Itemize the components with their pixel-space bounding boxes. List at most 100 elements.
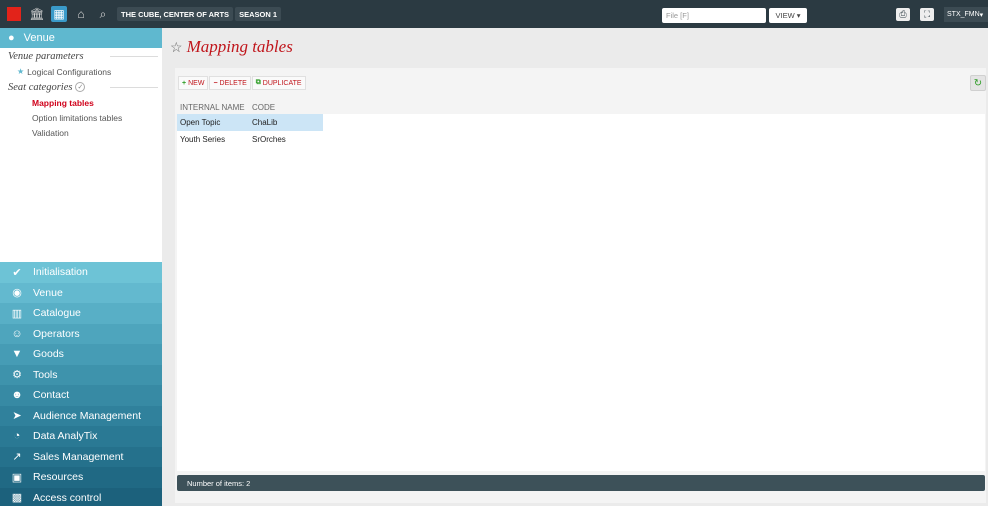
section-title: Seat categories [8,81,73,93]
section-venue-parameters: Venue parameters [0,48,162,64]
module-initialisation[interactable]: ✔ Initialisation [0,262,162,283]
module-sales-management[interactable]: ↗ Sales Management [0,446,162,467]
module-catalogue[interactable]: ▥ Catalogue [0,303,162,324]
module-label: Goods [33,348,64,361]
module-goods[interactable]: ▼ Goods [0,344,162,365]
minus-icon: − [213,79,218,87]
module-label: Tools [33,368,58,381]
home-icon[interactable]: ⌂ [73,6,89,22]
user-label: STX_FMN [947,11,980,18]
divider [110,56,158,57]
section-seat-categories: Seat categories ✓ [0,79,162,95]
module-label: Operators [33,327,80,340]
new-button[interactable]: + NEW [178,76,209,90]
tshirt-icon: ▼ [11,348,23,361]
module-label: Access control [33,491,102,504]
delete-button[interactable]: − DELETE [209,76,251,90]
sidebar: ● Venue Venue parameters ★ Logical Confi… [0,28,162,506]
module-label: Sales Management [33,450,124,463]
person-icon: ☺ [11,327,23,340]
module-label: Resources [33,471,84,484]
page-title: Mapping tables [186,37,293,56]
fullscreen-icon[interactable]: ⛶ [920,8,934,21]
refresh-icon[interactable]: ↻ [970,75,986,91]
cell-internal-name: Open Topic [180,118,221,127]
museum-icon[interactable]: 🏛︎ [29,6,45,22]
contacts-icon: ☻ [11,389,23,402]
check-icon: ✔ [12,266,22,279]
section-title: Venue parameters [8,50,84,62]
star-icon: ★ [17,67,25,76]
module-label: Audience Management [33,409,141,422]
table-header: INTERNAL NAME CODE [175,100,986,114]
scanner-icon: ▩ [11,492,23,505]
module-label: Data AnalyTix [33,430,98,443]
list-toolbar: + NEW − DELETE ⧉ DUPLICATE [178,76,306,90]
view-label: VIEW [775,11,795,20]
print-icon[interactable]: ⎙ [896,8,910,21]
cell-internal-name: Youth Series [180,135,226,144]
top-bar: 🏛︎ ▦ ⌂ ⌕ THE CUBE, CENTER OF ARTS SEASON… [0,0,988,28]
page-header: ☆ Mapping tables [162,28,988,66]
main-content: ☆ Mapping tables + NEW − DELETE ⧉ DUPLIC… [162,28,988,506]
module-operators[interactable]: ☺ Operators [0,323,162,344]
send-icon: ➤ [12,410,22,423]
pin-icon: ● [8,32,15,44]
module-label: Venue [33,286,63,299]
view-dropdown[interactable]: VIEW ▾ [769,8,807,23]
divider [110,87,158,88]
caret-down-icon: ▾ [979,11,984,19]
table-body: Open Topic ChaLib Youth Series SrOrches [177,114,985,471]
module-venue[interactable]: ◉ Venue [0,282,162,303]
sidebar-venue-header[interactable]: ● Venue [0,28,162,48]
delete-button-label: DELETE [219,79,247,87]
column-header-code[interactable]: CODE [248,103,321,112]
module-contact[interactable]: ☻ Contact [0,385,162,406]
sidebar-item-option-limitations-tables[interactable]: Option limitations tables [0,110,162,125]
module-label: Initialisation [33,266,88,279]
app-window: 🏛︎ ▦ ⌂ ⌕ THE CUBE, CENTER OF ARTS SEASON… [0,0,988,506]
building-icon[interactable]: ▦ [51,6,67,22]
check-circle-icon: ✓ [75,82,86,92]
book-icon: ▥ [11,307,23,320]
module-label: Contact [33,389,70,402]
new-button-label: NEW [188,79,205,87]
brand-logo[interactable] [7,7,21,21]
pin-icon: ◉ [12,287,22,300]
sidebar-venue-label: Venue [23,32,55,44]
table-row[interactable]: Open Topic ChaLib [177,114,323,131]
mapping-table: INTERNAL NAME CODE Open Topic ChaLib You… [175,100,986,471]
mapping-tables-panel: + NEW − DELETE ⧉ DUPLICATE ↻ INTERNAL NA… [175,68,986,503]
favorite-star-icon[interactable]: ☆ [170,39,183,56]
file-search-input[interactable]: File [F] [662,8,766,23]
module-access-control[interactable]: ▩ Access control [0,487,162,506]
duplicate-icon: ⧉ [255,79,261,86]
venue-chip[interactable]: THE CUBE, CENTER OF ARTS [117,7,234,21]
plus-icon: + [182,79,187,87]
module-label: Catalogue [33,307,81,320]
module-data-analytix[interactable]: ◔ Data AnalyTix [0,426,162,447]
module-tools[interactable]: ⚙ Tools [0,364,162,385]
module-menu: ✔ Initialisation ◉ Venue ▥ Catalogue ☺ O… [0,262,162,506]
season-chip[interactable]: SEASON 1 [235,7,281,21]
module-audience-management[interactable]: ➤ Audience Management [0,405,162,426]
caret-down-icon: ▾ [796,11,801,20]
calendar-icon: ▣ [11,471,23,484]
table-row[interactable]: Youth Series SrOrches [177,131,323,148]
module-resources[interactable]: ▣ Resources [0,467,162,488]
analytics-icon: ◔ [13,430,21,443]
sidebar-item-logical-configurations[interactable]: ★ Logical Configurations [0,64,162,79]
item-count-footer: Number of items: 2 [177,475,985,491]
cell-code: ChaLib [252,118,278,127]
cell-code: SrOrches [252,135,286,144]
duplicate-button[interactable]: ⧉ DUPLICATE [251,76,306,90]
sidebar-item-validation[interactable]: Validation [0,125,162,140]
user-menu[interactable]: STX_FMN ▾ [944,7,988,22]
sales-chart-icon: ↗ [12,451,22,464]
search-icon[interactable]: ⌕ [95,6,111,22]
gear-icon: ⚙ [12,369,22,382]
sidebar-item-mapping-tables[interactable]: Mapping tables [0,95,162,110]
sidebar-item-label: Logical Configurations [27,66,112,77]
column-header-internal-name[interactable]: INTERNAL NAME [175,103,248,112]
duplicate-button-label: DUPLICATE [262,79,302,87]
